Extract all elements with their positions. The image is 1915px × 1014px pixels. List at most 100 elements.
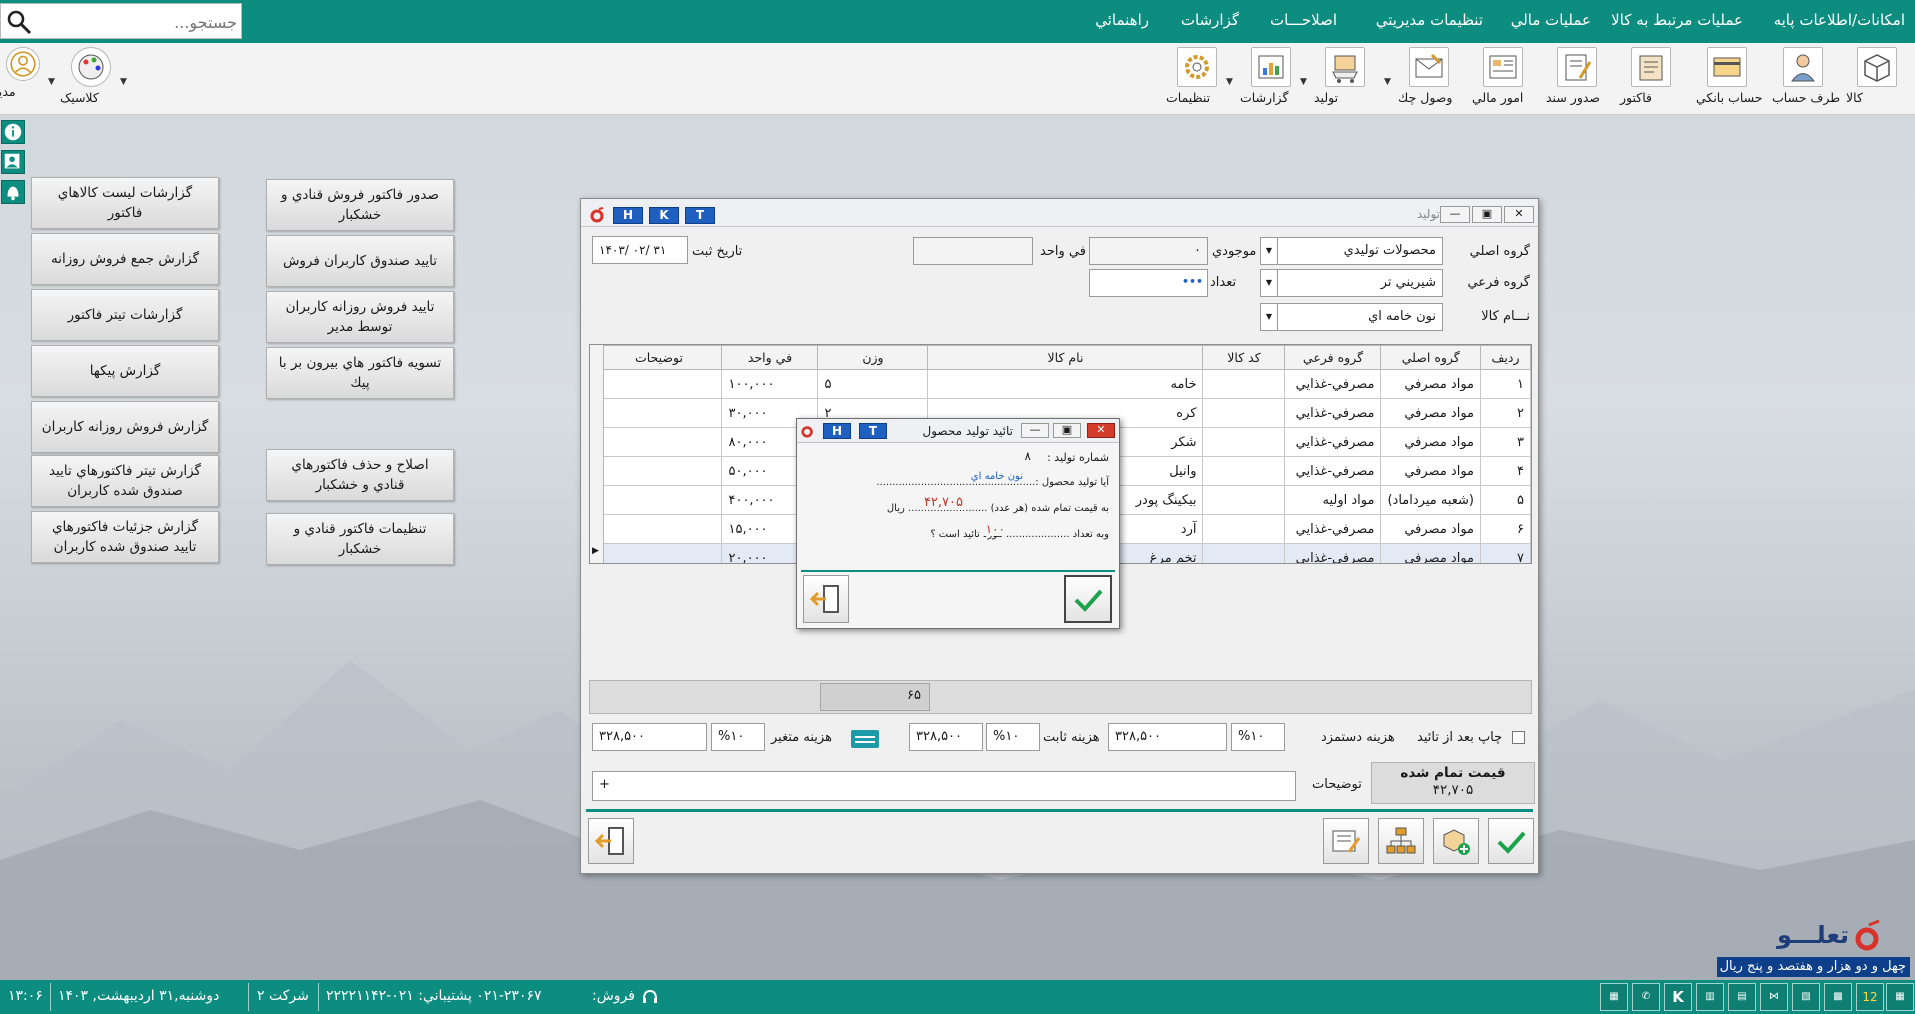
tree-button[interactable]: [1378, 818, 1424, 864]
product-name-field[interactable]: نون خامه اي: [1277, 303, 1443, 331]
toolbar-goods-button[interactable]: کالا: [1846, 47, 1908, 111]
user-icon[interactable]: [1, 150, 25, 174]
table-cell[interactable]: ۲: [1480, 398, 1531, 428]
table-cell[interactable]: [1202, 369, 1286, 399]
hotkey-t-button[interactable]: T: [859, 423, 887, 439]
table-cell[interactable]: [1202, 456, 1286, 486]
menu-corrections[interactable]: اصلاحـــات: [1270, 11, 1337, 29]
toolbar-check-button[interactable]: وصول چك ▼: [1384, 47, 1460, 111]
table-cell[interactable]: [1202, 543, 1286, 563]
table-cell[interactable]: [595, 456, 723, 486]
toolbar-account-button[interactable]: طرف حساب: [1772, 47, 1840, 111]
toolbar-classic-button[interactable]: کلاسيک ▼: [60, 47, 127, 111]
quick-grid-icon[interactable]: ▦: [1600, 983, 1628, 1011]
table-cell[interactable]: مواد مصرفي: [1380, 514, 1481, 544]
quick-box-icon[interactable]: ▩: [1824, 983, 1852, 1011]
table-cell[interactable]: مصرفي-غذايي: [1284, 543, 1382, 563]
grid-header-4[interactable]: نام کالا: [927, 345, 1204, 370]
confirm-button[interactable]: [1488, 818, 1534, 864]
edit-document-button[interactable]: [1323, 818, 1369, 864]
table-cell[interactable]: ۴: [1480, 456, 1531, 486]
fixed-pct-field[interactable]: %۱۰: [986, 723, 1040, 751]
table-cell[interactable]: [1202, 485, 1286, 515]
search-box[interactable]: [0, 3, 242, 39]
menu-admin-settings[interactable]: تنظيمات مديريتي: [1376, 11, 1483, 29]
chevron-down-icon[interactable]: ▼: [1384, 77, 1391, 87]
search-icon[interactable]: [6, 9, 32, 35]
table-cell[interactable]: ۵: [1480, 485, 1531, 515]
toolbar-production-button[interactable]: توليد ▼: [1300, 47, 1376, 111]
table-cell[interactable]: [595, 514, 723, 544]
table-cell[interactable]: مصرفي-غذايي: [1284, 456, 1382, 486]
chevron-down-icon[interactable]: ▼: [48, 77, 55, 87]
settle-courier-invoices-button[interactable]: تسويه فاکتور هاي بيرون بر با پيك: [266, 347, 454, 399]
quick-calendar-icon[interactable]: 12: [1856, 983, 1884, 1011]
table-cell[interactable]: [595, 543, 723, 563]
table-cell[interactable]: [1202, 398, 1286, 428]
menu-help[interactable]: راهنمائي: [1095, 11, 1149, 29]
table-cell[interactable]: ۶: [1480, 514, 1531, 544]
chevron-down-icon[interactable]: ▼: [120, 77, 127, 87]
close-button[interactable]: ✕: [1504, 206, 1534, 223]
report-couriers-button[interactable]: گزارش پيکها: [31, 345, 219, 397]
grid-header-5[interactable]: وزن: [817, 345, 929, 370]
table-cell[interactable]: [595, 369, 723, 399]
table-cell[interactable]: مصرفي-غذايي: [1284, 427, 1382, 457]
table-cell[interactable]: [595, 427, 723, 457]
group-main-field[interactable]: محصولات توليدي: [1277, 237, 1443, 265]
menu-financial-ops[interactable]: عمليات مالي: [1511, 11, 1591, 29]
table-cell[interactable]: مواد مصرفي: [1380, 543, 1481, 563]
description-field[interactable]: +: [592, 771, 1296, 801]
exit-button[interactable]: [588, 818, 634, 864]
hotkey-t-button[interactable]: T: [685, 207, 715, 224]
grid-header-7[interactable]: توضيحات: [595, 345, 723, 370]
chevron-down-icon[interactable]: ▼: [1260, 303, 1278, 331]
table-cell[interactable]: مصرفي-غذايي: [1284, 369, 1382, 399]
invoice-settings-button[interactable]: تنظيمات فاکتور قنادي و خشکبار: [266, 513, 454, 565]
grid-header-6[interactable]: في واحد: [721, 345, 819, 370]
table-cell[interactable]: [595, 485, 723, 515]
table-cell[interactable]: ۵: [817, 369, 929, 399]
dialog-confirm-button[interactable]: [1064, 575, 1112, 623]
table-cell[interactable]: مواد مصرفي: [1380, 427, 1481, 457]
table-cell[interactable]: ۱۰۰,۰۰۰: [721, 369, 819, 399]
toolbar-bank-button[interactable]: حساب بانکي: [1696, 47, 1763, 111]
report-approved-invoice-titles-button[interactable]: گزارش تيتر فاکتورهاي تاييد صندوق شده کار…: [31, 455, 219, 507]
add-product-button[interactable]: [1433, 818, 1479, 864]
labor-pct-field[interactable]: %۱۰: [1231, 723, 1285, 751]
menu-product-ops[interactable]: عمليات مرتبط به کالا: [1611, 11, 1743, 29]
variable-value-field[interactable]: ۳۲۸,۵۰۰: [592, 723, 707, 751]
date-field[interactable]: ۱۴۰۳/ ۰۲/ ۳۱: [592, 236, 688, 264]
table-cell[interactable]: (شعبه ميرداماد): [1380, 485, 1481, 515]
toolbar-admin-button[interactable]: مدير ▼: [0, 47, 55, 111]
close-button[interactable]: ✕: [1087, 423, 1115, 438]
labor-value-field[interactable]: ۳۲۸,۵۰۰: [1108, 723, 1227, 751]
fixed-value-field[interactable]: ۳۲۸,۵۰۰: [909, 723, 983, 751]
approve-cashbox-button[interactable]: تاييد صندوق کاربران فروش: [266, 235, 454, 287]
approve-daily-sales-button[interactable]: تاييد فروش روزانه کاربران توسط مدير: [266, 291, 454, 343]
quick-share-icon[interactable]: ⋈: [1760, 983, 1788, 1011]
quick-report-icon[interactable]: ▧: [1792, 983, 1820, 1011]
table-row[interactable]: ۱ مواد مصرفي مصرفي-غذايي خامه ۵ ۱۰۰,۰۰۰: [595, 369, 1531, 399]
grid-header-0[interactable]: رديف: [1480, 345, 1531, 370]
hotkey-h-button[interactable]: H: [613, 207, 643, 224]
toolbar-voucher-button[interactable]: صدور سند: [1546, 47, 1608, 111]
menu-reports[interactable]: گزارشات: [1181, 11, 1239, 29]
edit-delete-invoices-button[interactable]: اصلاح و حذف فاکتورهاي قنادي و خشکبار: [266, 449, 454, 501]
quick-phone-icon[interactable]: ✆: [1632, 983, 1660, 1011]
toolbar-invoice-button[interactable]: فاکتور: [1620, 47, 1682, 111]
search-input[interactable]: [37, 8, 237, 36]
quick-chart-icon[interactable]: ▤: [1728, 983, 1756, 1011]
hotkey-k-button[interactable]: K: [649, 207, 679, 224]
grid-header-3[interactable]: کد کالا: [1202, 345, 1286, 370]
table-cell[interactable]: ۱: [1480, 369, 1531, 399]
table-cell[interactable]: [1202, 514, 1286, 544]
toolbar-finance-button[interactable]: امور مالي: [1472, 47, 1534, 111]
table-cell[interactable]: مصرفي-غذايي: [1284, 398, 1382, 428]
table-cell[interactable]: مصرفي-غذايي: [1284, 514, 1382, 544]
table-cell[interactable]: خامه: [927, 369, 1204, 399]
table-cell[interactable]: مواد مصرفي: [1380, 398, 1481, 428]
chevron-down-icon[interactable]: ▼: [1260, 269, 1278, 297]
quick-columns-icon[interactable]: ▥: [1696, 983, 1724, 1011]
table-cell[interactable]: ۷: [1480, 543, 1531, 563]
